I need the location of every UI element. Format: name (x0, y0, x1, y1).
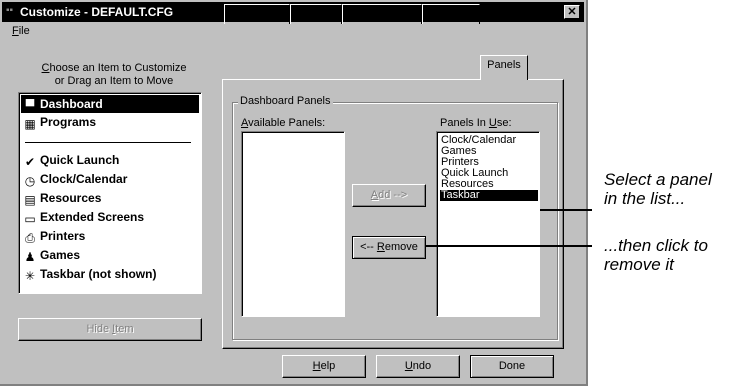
callout-line-remove (426, 245, 592, 247)
list-item-extended-screens[interactable]: ▭ Extended Screens (21, 208, 199, 226)
customize-dialog: ▪▪ Customize - DEFAULT.CFG ✕ File Choose… (0, 0, 588, 386)
list-item-clock-calendar[interactable]: ◷ Clock/Calendar (21, 170, 199, 188)
taskbar-icon: ✳ (24, 269, 36, 283)
list-item-quick-launch[interactable]: ✔ Quick Launch (21, 151, 199, 169)
resources-icon: ▤ (24, 193, 36, 207)
list-item-dashboard[interactable]: ▀ Dashboard (21, 95, 199, 113)
list-item-resources[interactable]: ▤ Resources (21, 189, 199, 207)
tab-hotkeys[interactable]: Hotkeys (290, 4, 342, 24)
list-item-printers[interactable]: ⎙ Printers (21, 227, 199, 245)
games-icon: ♟ (24, 250, 36, 264)
list-item-selected[interactable]: Taskbar (440, 190, 538, 201)
list-item-games[interactable]: ♟ Games (21, 246, 199, 264)
menu-file[interactable]: File (12, 25, 30, 37)
done-button[interactable]: Done (470, 355, 554, 378)
callout-remove-text: ...then click to remove it (604, 236, 708, 274)
list-divider (25, 142, 191, 143)
panels-in-use-list[interactable]: Clock/Calendar Games Printers Quick Laun… (436, 131, 540, 317)
customize-item-list[interactable]: ▀ Dashboard ▦ Programs ✔ Quick Launch ◷ Cloc… (18, 92, 202, 294)
undo-button[interactable]: Undo (376, 355, 460, 378)
programs-icon: ▦ (24, 117, 36, 131)
screens-icon: ▭ (24, 212, 36, 226)
quick-launch-icon: ✔ (24, 155, 36, 169)
add-button[interactable]: Add --> (352, 184, 426, 207)
clock-icon: ◷ (24, 174, 36, 188)
available-panels-label: Available Panels: (241, 117, 326, 129)
list-item-programs[interactable]: ▦ Programs (21, 113, 199, 131)
tab-panels[interactable]: Panels (480, 55, 528, 80)
close-button[interactable]: ✕ (564, 5, 580, 19)
menu-bar: File (2, 22, 584, 42)
help-button[interactable]: Help (282, 355, 366, 378)
dashboard-icon: ▀ (25, 99, 35, 113)
available-panels-list[interactable] (241, 131, 345, 317)
callout-select-text: Select a panel in the list... (604, 170, 712, 208)
printer-icon: ⎙ (25, 231, 35, 245)
callout-line-select (540, 209, 592, 211)
tab-snap-off[interactable]: Snap Off (422, 4, 480, 24)
panels-in-use-label: Panels In Use: (440, 117, 512, 129)
tab-dashboard[interactable]: Dashboard (224, 4, 290, 24)
list-item-taskbar[interactable]: ✳ Taskbar (not shown) (21, 265, 199, 283)
item-list-caption: Choose an Item to Customize or Drag an I… (41, 62, 187, 87)
remove-button[interactable]: <-- Remove (352, 236, 426, 259)
app-icon: ▪▪ (6, 5, 14, 16)
tab-appearance[interactable]: Appearance (342, 4, 422, 24)
window-title: Customize - DEFAULT.CFG (20, 5, 174, 19)
hide-item-button[interactable]: Hide Item (18, 318, 202, 341)
group-title: Dashboard Panels (238, 95, 333, 107)
